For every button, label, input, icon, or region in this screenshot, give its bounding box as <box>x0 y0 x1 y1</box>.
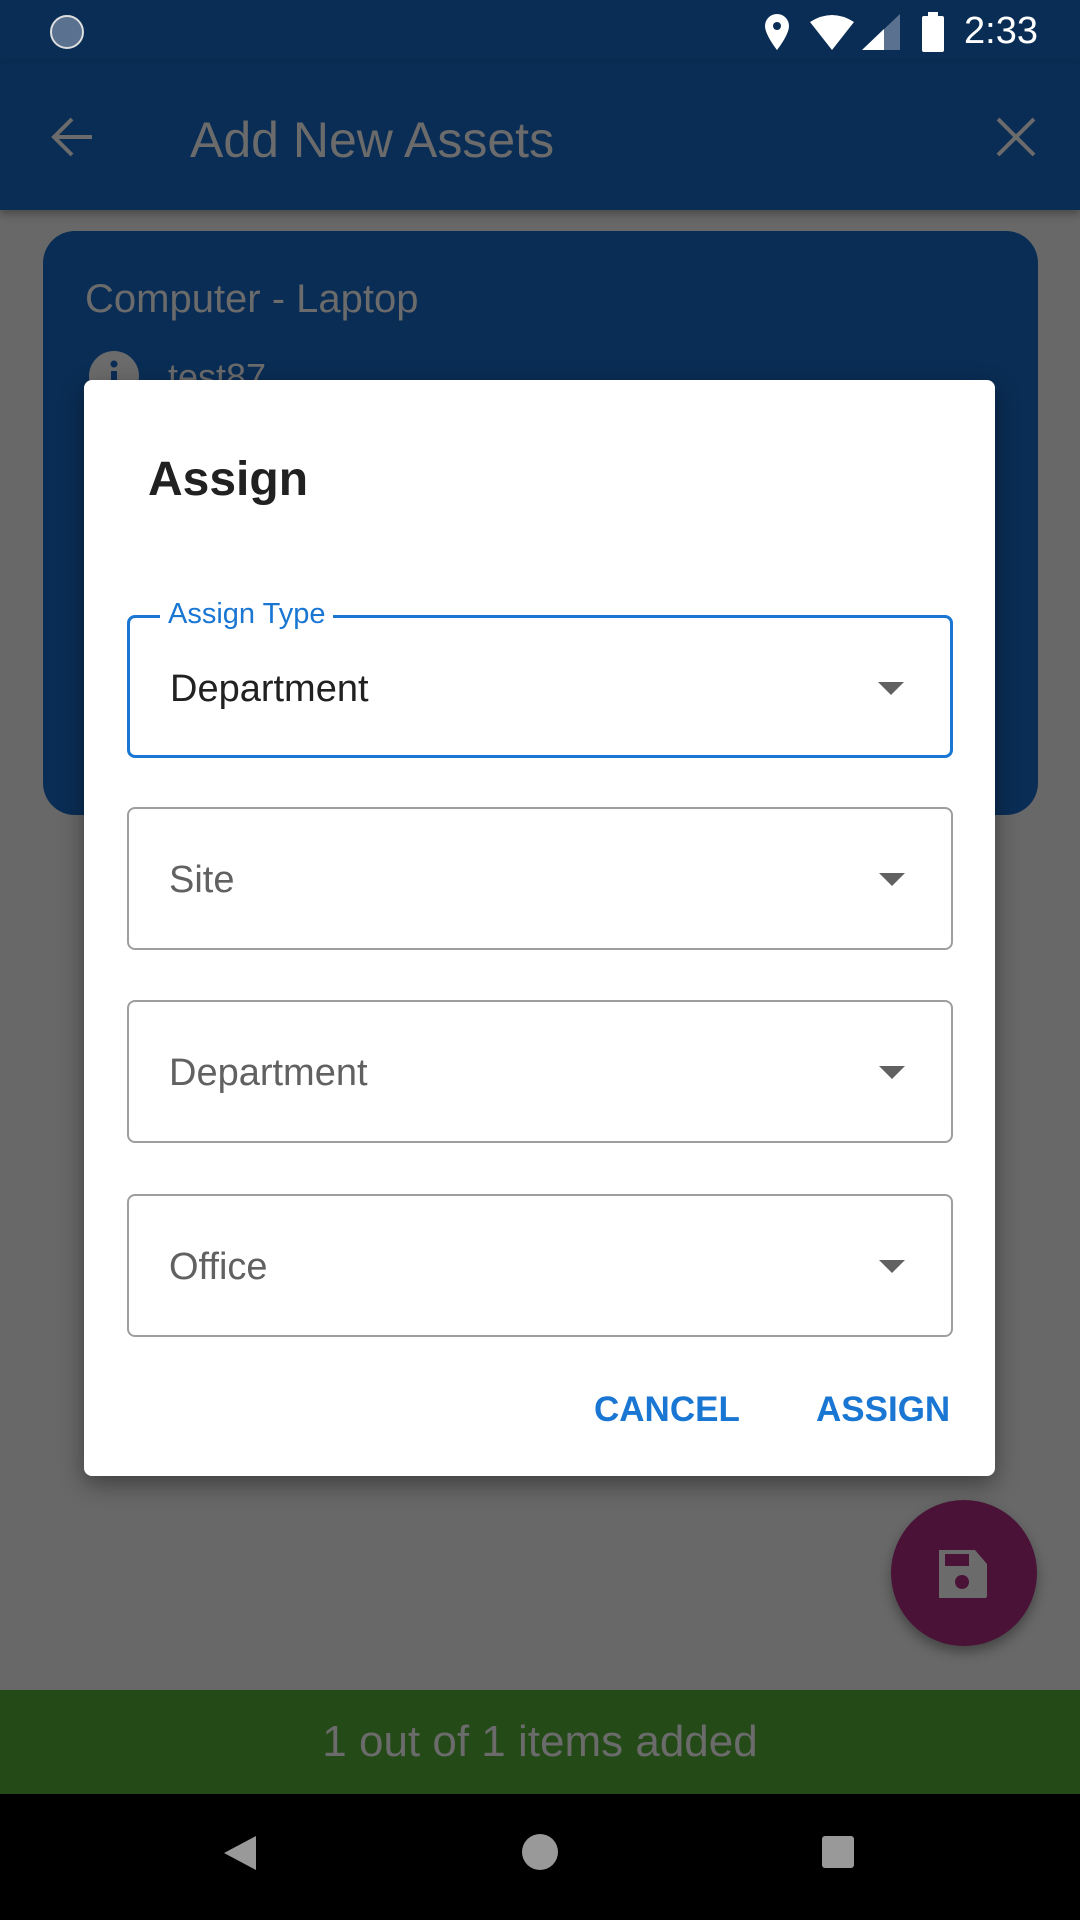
assign-type-value: Department <box>170 668 369 710</box>
department-placeholder: Department <box>169 1052 368 1094</box>
save-icon <box>939 1550 987 1598</box>
site-dropdown[interactable]: Site <box>127 807 953 950</box>
dropdown-arrow-icon <box>879 1066 905 1079</box>
dropdown-arrow-icon <box>878 682 904 695</box>
dialog-title: Assign <box>148 453 309 506</box>
cancel-button[interactable]: CANCEL <box>594 1390 740 1430</box>
sync-icon <box>50 15 84 49</box>
wifi-icon <box>810 15 854 50</box>
battery-icon <box>922 12 944 52</box>
home-nav-icon[interactable] <box>520 1832 560 1872</box>
signal-icon <box>862 14 900 50</box>
close-icon[interactable] <box>994 115 1038 159</box>
asset-category: Computer - Laptop <box>85 277 419 321</box>
office-placeholder: Office <box>169 1246 268 1288</box>
assign-type-dropdown[interactable]: Assign Type Department <box>127 598 953 758</box>
save-button[interactable] <box>891 1500 1037 1646</box>
status-bar: 2:33 <box>0 0 1080 63</box>
arrow-back-icon[interactable] <box>48 113 96 161</box>
location-icon <box>765 14 789 50</box>
dropdown-arrow-icon <box>879 1260 905 1273</box>
assign-button[interactable]: ASSIGN <box>816 1390 950 1430</box>
navigation-bar <box>0 1794 1080 1920</box>
app-bar: Add New Assets <box>0 63 1080 210</box>
clock: 2:33 <box>964 10 1038 52</box>
page-title: Add New Assets <box>190 112 555 168</box>
back-nav-icon[interactable] <box>222 1834 258 1872</box>
assign-dialog: Assign Assign Type Department Site Depar… <box>84 380 995 1476</box>
recents-nav-icon[interactable] <box>820 1834 856 1870</box>
office-dropdown[interactable]: Office <box>127 1194 953 1337</box>
assign-type-label: Assign Type <box>160 598 334 631</box>
dropdown-arrow-icon <box>879 873 905 886</box>
site-placeholder: Site <box>169 859 235 901</box>
status-banner: 1 out of 1 items added <box>0 1690 1080 1794</box>
department-dropdown[interactable]: Department <box>127 1000 953 1143</box>
